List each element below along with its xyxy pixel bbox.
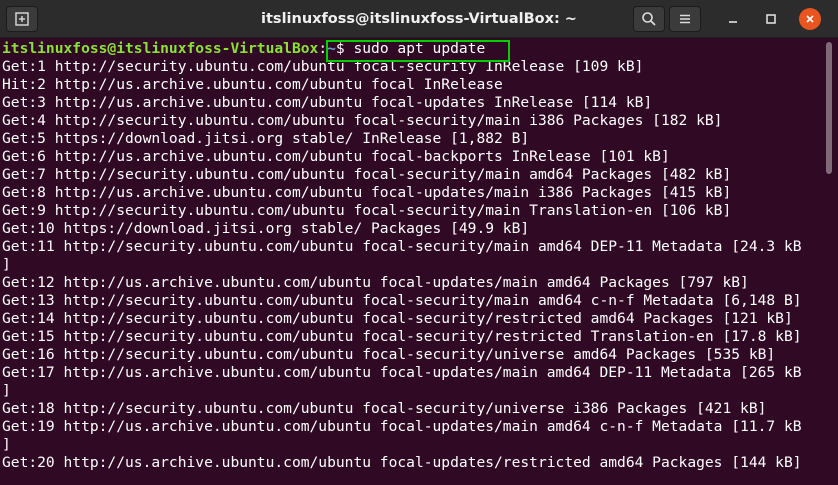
- output-line: Get:11 http://security.ubuntu.com/ubuntu…: [2, 238, 802, 255]
- maximize-icon: [766, 14, 776, 24]
- output-lines: Get:1 http://security.ubuntu.com/ubuntu …: [0, 58, 822, 472]
- scrollbar-thumb[interactable]: [826, 42, 832, 174]
- output-line: Get:19 http://us.archive.ubuntu.com/ubun…: [2, 418, 802, 435]
- close-button[interactable]: [797, 6, 823, 32]
- terminal-output[interactable]: itslinuxfoss@itslinuxfoss-VirtualBox:~$ …: [0, 38, 822, 485]
- prompt-line: itslinuxfoss@itslinuxfoss-VirtualBox:~$ …: [0, 40, 822, 58]
- output-line: Get:17 http://us.archive.ubuntu.com/ubun…: [2, 364, 802, 381]
- output-line: Get:8 http://us.archive.ubuntu.com/ubunt…: [2, 184, 732, 201]
- output-line: Get:10 https://download.jitsi.org stable…: [2, 220, 530, 237]
- close-button-circle[interactable]: [799, 8, 821, 30]
- output-line: Get:14 http://security.ubuntu.com/ubuntu…: [2, 310, 793, 327]
- output-line: Get:3 http://us.archive.ubuntu.com/ubunt…: [2, 94, 653, 111]
- hamburger-menu-icon: [680, 14, 690, 24]
- new-tab-button[interactable]: [6, 6, 38, 32]
- maximize-button[interactable]: [757, 6, 785, 32]
- output-line: Get:12 http://us.archive.ubuntu.com/ubun…: [2, 274, 749, 291]
- output-line: Get:18 http://security.ubuntu.com/ubuntu…: [2, 400, 767, 417]
- scrollbar[interactable]: [822, 38, 838, 485]
- minimize-icon: [729, 21, 737, 23]
- output-line: Get:15 http://security.ubuntu.com/ubuntu…: [2, 328, 802, 345]
- output-line: ]: [2, 436, 11, 453]
- terminal-window: itslinuxfoss@itslinuxfoss-VirtualBox: ~: [0, 0, 838, 485]
- output-line: Get:1 http://security.ubuntu.com/ubuntu …: [2, 58, 644, 75]
- minimize-button[interactable]: [719, 6, 747, 32]
- search-button[interactable]: [633, 6, 665, 32]
- new-tab-icon: [15, 12, 29, 26]
- output-line: Get:20 http://us.archive.ubuntu.com/ubun…: [2, 454, 802, 471]
- search-icon: [642, 12, 656, 26]
- output-line: Get:7 http://security.ubuntu.com/ubuntu …: [2, 166, 732, 183]
- prompt-user-host: itslinuxfoss@itslinuxfoss-VirtualBox: [2, 40, 319, 57]
- output-line: Get:9 http://security.ubuntu.com/ubuntu …: [2, 202, 732, 219]
- prompt-command: sudo apt update: [353, 40, 486, 57]
- output-line: Get:5 https://download.jitsi.org stable/…: [2, 130, 530, 147]
- output-line: ]: [2, 256, 11, 273]
- prompt-separator: :: [318, 40, 328, 57]
- output-line: Hit:2 http://us.archive.ubuntu.com/ubunt…: [2, 76, 503, 93]
- window-title: itslinuxfoss@itslinuxfoss-VirtualBox: ~: [261, 11, 577, 27]
- output-line: Get:6 http://us.archive.ubuntu.com/ubunt…: [2, 148, 670, 165]
- output-line: Get:13 http://security.ubuntu.com/ubuntu…: [2, 292, 802, 309]
- output-line: Get:4 http://security.ubuntu.com/ubuntu …: [2, 112, 723, 129]
- output-line: ]: [2, 382, 11, 399]
- prompt-symbol: $: [335, 40, 354, 57]
- output-line: Get:16 http://security.ubuntu.com/ubuntu…: [2, 346, 776, 363]
- close-icon: [806, 15, 814, 23]
- prompt-path: ~: [327, 40, 336, 57]
- title-bar[interactable]: itslinuxfoss@itslinuxfoss-VirtualBox: ~: [0, 0, 838, 38]
- menu-button[interactable]: [669, 6, 701, 32]
